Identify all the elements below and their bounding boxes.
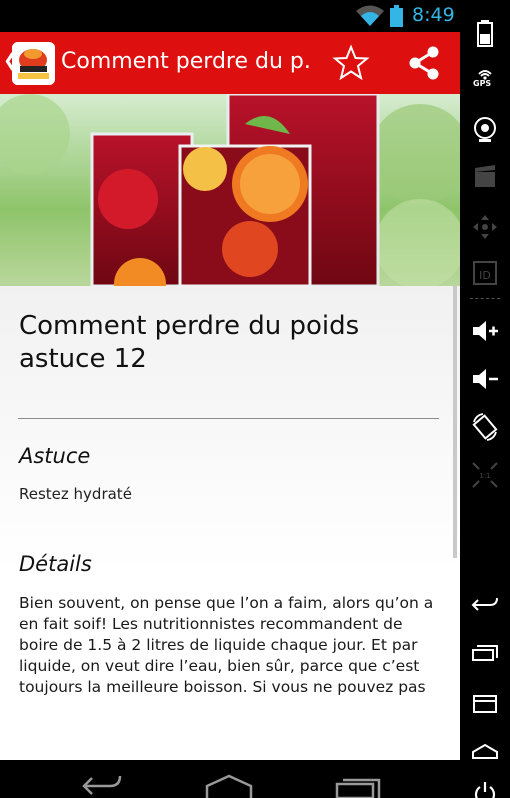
article-content[interactable]: Comment perdre du poids astuce 12 Astuce…: [0, 286, 460, 760]
wifi-icon: [356, 5, 384, 26]
details-text: Bien souvent, on pense que l’on a faim, …: [19, 594, 434, 696]
back-icon[interactable]: [470, 590, 500, 620]
clock: 8:49: [412, 4, 455, 26]
hero-image: [0, 94, 460, 286]
scrollbar[interactable]: [453, 286, 457, 558]
article-title: Comment perdre du poids astuce 12: [19, 311, 360, 374]
gps-label: GPS: [473, 79, 492, 88]
astuce-heading: Astuce: [19, 444, 91, 468]
battery-icon[interactable]: [470, 18, 500, 48]
scale-icon[interactable]: 1:1: [470, 460, 500, 490]
menu-icon[interactable]: [470, 688, 500, 718]
emulator-side-panel: GPS ID 1:1: [460, 0, 510, 798]
rotate-icon[interactable]: [470, 412, 500, 442]
home-icon[interactable]: [470, 736, 500, 766]
astuce-text: Restez hydraté: [19, 485, 132, 503]
battery-icon: [390, 5, 403, 27]
status-bar: 8:49: [0, 0, 460, 32]
navigation-bar: [0, 760, 510, 798]
share-icon[interactable]: [405, 44, 443, 82]
star-outline-icon[interactable]: [332, 44, 370, 82]
camera-icon[interactable]: [470, 114, 500, 144]
side-panel-divider: [470, 298, 500, 299]
id-icon[interactable]: ID: [470, 258, 500, 288]
action-bar-title: Comment perdre du p...: [61, 49, 311, 74]
back-icon[interactable]: [80, 774, 124, 798]
action-bar: ❮ Comment perdre du p...: [0, 32, 460, 94]
home-icon[interactable]: [205, 774, 253, 798]
volume-up-icon[interactable]: [470, 316, 500, 346]
move-icon[interactable]: [470, 212, 500, 242]
power-icon[interactable]: [470, 778, 500, 798]
divider: [18, 418, 439, 419]
details-heading: Détails: [19, 552, 92, 576]
volume-down-icon[interactable]: [470, 364, 500, 394]
recent-apps-icon[interactable]: [335, 774, 383, 798]
svg-text:ID: ID: [479, 269, 491, 282]
app-logo-icon[interactable]: [12, 42, 55, 85]
video-icon[interactable]: [470, 162, 500, 192]
svg-text:1:1: 1:1: [479, 472, 490, 480]
recent-apps-icon[interactable]: [470, 638, 500, 668]
